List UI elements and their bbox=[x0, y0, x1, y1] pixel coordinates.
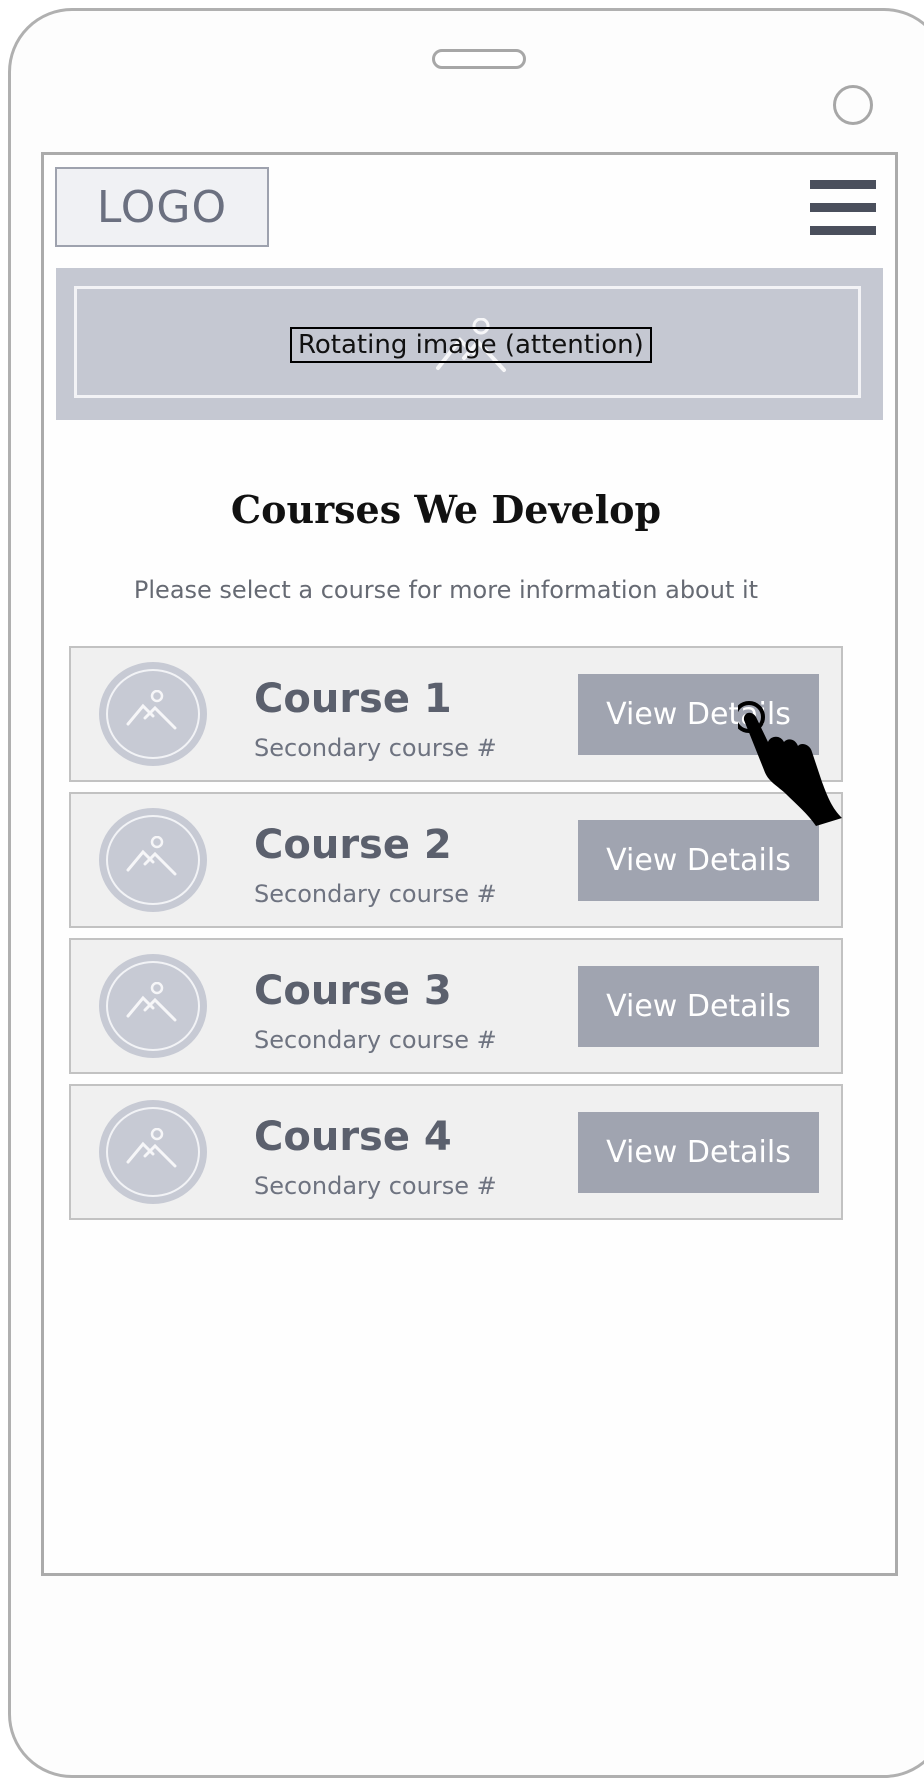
course-card: Course 3 Secondary course # View Details bbox=[69, 938, 843, 1074]
course-secondary: Secondary course # bbox=[254, 1026, 497, 1054]
course-image-placeholder bbox=[99, 1100, 207, 1204]
speaker-slot bbox=[432, 49, 526, 69]
image-icon bbox=[126, 982, 177, 1022]
course-image-placeholder bbox=[99, 808, 207, 912]
banner-label: Rotating image (attention) bbox=[290, 327, 652, 363]
view-details-button[interactable]: View Details bbox=[578, 1112, 819, 1193]
image-icon bbox=[126, 836, 177, 876]
camera-icon bbox=[833, 85, 873, 125]
page-title: Courses We Develop bbox=[230, 487, 662, 532]
logo[interactable]: LOGO bbox=[55, 167, 269, 247]
course-secondary: Secondary course # bbox=[254, 880, 497, 908]
image-icon bbox=[126, 1128, 177, 1168]
hand-pointer-icon bbox=[738, 701, 842, 826]
hamburger-menu-icon[interactable] bbox=[810, 180, 876, 236]
course-name: Course 4 bbox=[254, 1114, 452, 1160]
course-secondary: Secondary course # bbox=[254, 734, 497, 762]
course-name: Course 3 bbox=[254, 968, 452, 1014]
course-image-placeholder bbox=[99, 662, 207, 766]
image-icon bbox=[126, 690, 177, 730]
course-card: Course 2 Secondary course # View Details bbox=[69, 792, 843, 928]
course-name: Course 2 bbox=[254, 822, 452, 868]
course-secondary: Secondary course # bbox=[254, 1172, 497, 1200]
course-card: Course 1 Secondary course # View Details bbox=[69, 646, 843, 782]
course-image-placeholder bbox=[99, 954, 207, 1058]
page-subtitle: Please select a course for more informat… bbox=[133, 576, 759, 604]
course-card: Course 4 Secondary course # View Details bbox=[69, 1084, 843, 1220]
view-details-button[interactable]: View Details bbox=[578, 820, 819, 901]
course-name: Course 1 bbox=[254, 676, 452, 722]
view-details-button[interactable]: View Details bbox=[578, 966, 819, 1047]
